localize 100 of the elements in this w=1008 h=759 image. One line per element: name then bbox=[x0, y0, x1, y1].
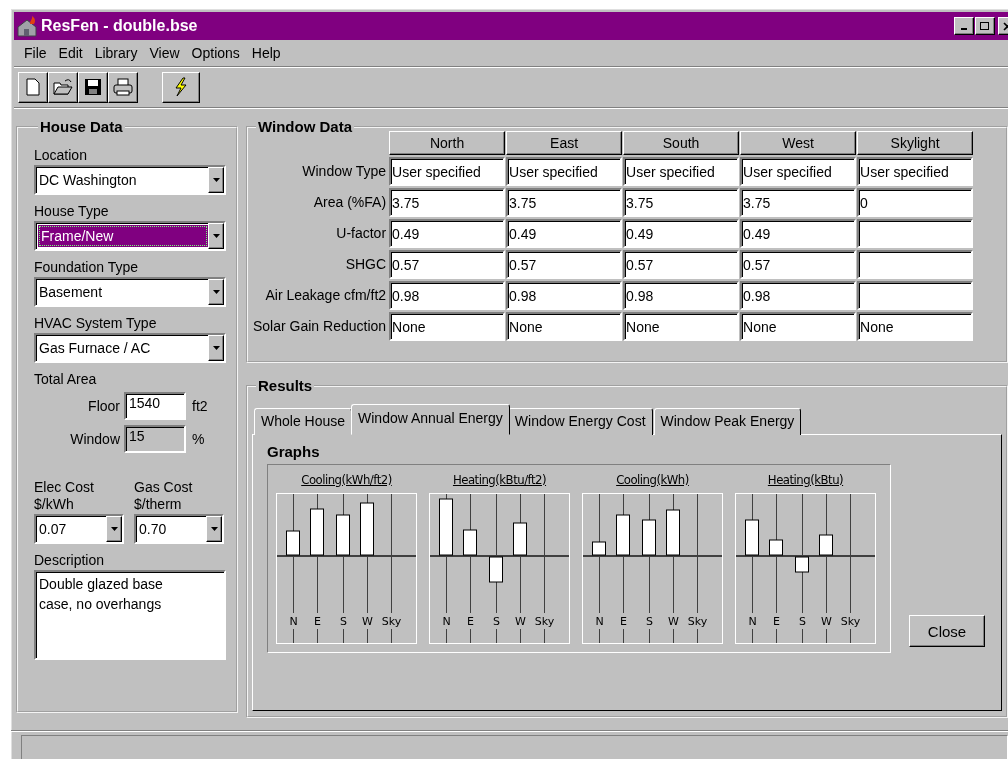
axis-label: E bbox=[620, 615, 627, 628]
table-input[interactable]: None bbox=[389, 311, 506, 341]
dropdown-button[interactable] bbox=[206, 516, 222, 542]
unit-label: % bbox=[192, 431, 205, 447]
axis-label: N bbox=[595, 615, 604, 628]
table-input[interactable]: User specified bbox=[623, 156, 740, 186]
menu-item[interactable]: Help bbox=[245, 45, 287, 61]
house-icon bbox=[16, 15, 38, 37]
table-input[interactable]: 0 bbox=[857, 187, 974, 217]
table-input[interactable]: 0.57 bbox=[506, 249, 623, 279]
dropdown-button[interactable] bbox=[208, 223, 224, 249]
table-input[interactable]: 3.75 bbox=[740, 187, 857, 217]
unit-label: $/therm bbox=[134, 496, 183, 513]
bar bbox=[666, 509, 680, 556]
row-label: Window Type bbox=[301, 161, 388, 181]
bar bbox=[310, 508, 324, 556]
table-input[interactable] bbox=[857, 280, 974, 310]
input-field[interactable]: 1540 bbox=[124, 392, 186, 420]
row-label: SHGC bbox=[344, 254, 388, 274]
dropdown-button[interactable] bbox=[208, 167, 224, 193]
tab[interactable]: Window Energy Cost bbox=[507, 408, 653, 435]
table-input[interactable]: 0.57 bbox=[389, 249, 506, 279]
table-input[interactable]: 0.57 bbox=[740, 249, 857, 279]
column-header: Skylight bbox=[857, 131, 974, 155]
maximize-button[interactable] bbox=[975, 17, 995, 35]
axis-label: S bbox=[493, 615, 500, 628]
menu-item[interactable]: Library bbox=[88, 45, 144, 61]
input-field: 15 bbox=[124, 425, 186, 453]
lightning-button[interactable] bbox=[162, 71, 200, 103]
dropdown-field[interactable]: Basement bbox=[34, 277, 226, 307]
open-folder-button[interactable] bbox=[48, 71, 78, 103]
new-file-button[interactable] bbox=[18, 71, 48, 103]
table-input[interactable]: User specified bbox=[740, 156, 857, 186]
axis-label: W bbox=[515, 615, 526, 628]
caret-icon bbox=[212, 178, 220, 182]
bar bbox=[489, 556, 503, 583]
caret-icon bbox=[212, 346, 220, 350]
axis-label: Sky bbox=[381, 615, 402, 628]
dropdown-field[interactable]: Frame/New bbox=[34, 221, 226, 251]
axis-label: S bbox=[799, 615, 806, 628]
minimize-button[interactable] bbox=[954, 17, 974, 35]
field-label: Elec Cost bbox=[34, 479, 95, 496]
table-input[interactable]: None bbox=[623, 311, 740, 341]
dropdown-field[interactable]: 0.07 bbox=[34, 514, 124, 544]
menu-item[interactable]: Edit bbox=[52, 45, 89, 61]
table-input[interactable]: User specified bbox=[389, 156, 506, 186]
axis-label: S bbox=[340, 615, 347, 628]
axis-label: Sky bbox=[840, 615, 861, 628]
table-input[interactable]: User specified bbox=[506, 156, 623, 186]
table-input[interactable]: 0.98 bbox=[740, 280, 857, 310]
menu-item[interactable]: File bbox=[18, 45, 53, 61]
axis-label: Sky bbox=[687, 615, 708, 628]
maximize-icon bbox=[980, 21, 990, 31]
table-input[interactable]: 0.98 bbox=[506, 280, 623, 310]
table-input[interactable]: 0.49 bbox=[389, 218, 506, 248]
graph-title: Heating(kBtu) bbox=[767, 472, 844, 487]
bar bbox=[360, 502, 374, 556]
field-label: Floor bbox=[87, 398, 121, 414]
bar bbox=[513, 522, 527, 556]
table-input[interactable]: 0.98 bbox=[389, 280, 506, 310]
bar bbox=[463, 529, 477, 556]
table-input[interactable]: None bbox=[506, 311, 623, 341]
table-input[interactable]: 3.75 bbox=[623, 187, 740, 217]
dropdown-button[interactable] bbox=[106, 516, 122, 542]
tab[interactable]: Window Annual Energy bbox=[351, 404, 510, 435]
table-input[interactable] bbox=[857, 218, 974, 248]
table-input[interactable]: 0.49 bbox=[623, 218, 740, 248]
tab[interactable]: Whole House bbox=[254, 408, 353, 435]
column-header: South bbox=[623, 131, 740, 155]
menu-item[interactable]: View bbox=[143, 45, 186, 61]
table-input[interactable]: 3.75 bbox=[506, 187, 623, 217]
tab[interactable]: Window Peak Energy bbox=[653, 408, 802, 435]
table-input[interactable]: 0.98 bbox=[623, 280, 740, 310]
bar bbox=[439, 498, 453, 556]
table-input[interactable]: None bbox=[740, 311, 857, 341]
group-title: Results bbox=[257, 377, 314, 394]
dropdown-field[interactable]: Gas Furnace / AC bbox=[34, 333, 226, 363]
bar bbox=[286, 530, 300, 556]
field-label: House Type bbox=[34, 203, 110, 219]
dropdown-field[interactable]: 0.70 bbox=[134, 514, 224, 544]
menu-item[interactable]: Options bbox=[185, 45, 246, 61]
table-input[interactable]: 0.49 bbox=[740, 218, 857, 248]
field-label: Total Area bbox=[34, 371, 98, 387]
table-input[interactable]: 0.57 bbox=[623, 249, 740, 279]
axis-label: E bbox=[773, 615, 780, 628]
dropdown-button[interactable] bbox=[208, 335, 224, 361]
table-input[interactable]: 3.75 bbox=[389, 187, 506, 217]
table-input[interactable]: 0.49 bbox=[506, 218, 623, 248]
dropdown-button[interactable] bbox=[208, 279, 224, 305]
printer-icon bbox=[113, 77, 133, 97]
print-button[interactable] bbox=[108, 71, 138, 103]
save-button[interactable] bbox=[78, 71, 108, 103]
caret-icon bbox=[210, 527, 218, 531]
close-button[interactable]: Close bbox=[909, 615, 985, 647]
row-label: Air Leakage cfm/ft2 bbox=[264, 285, 388, 305]
description-field[interactable]: Double glazed base case, no overhangs bbox=[34, 570, 226, 660]
table-input[interactable] bbox=[857, 249, 974, 279]
table-input[interactable]: User specified bbox=[857, 156, 974, 186]
table-input[interactable]: None bbox=[857, 311, 974, 341]
dropdown-field[interactable]: DC Washington bbox=[34, 165, 226, 195]
